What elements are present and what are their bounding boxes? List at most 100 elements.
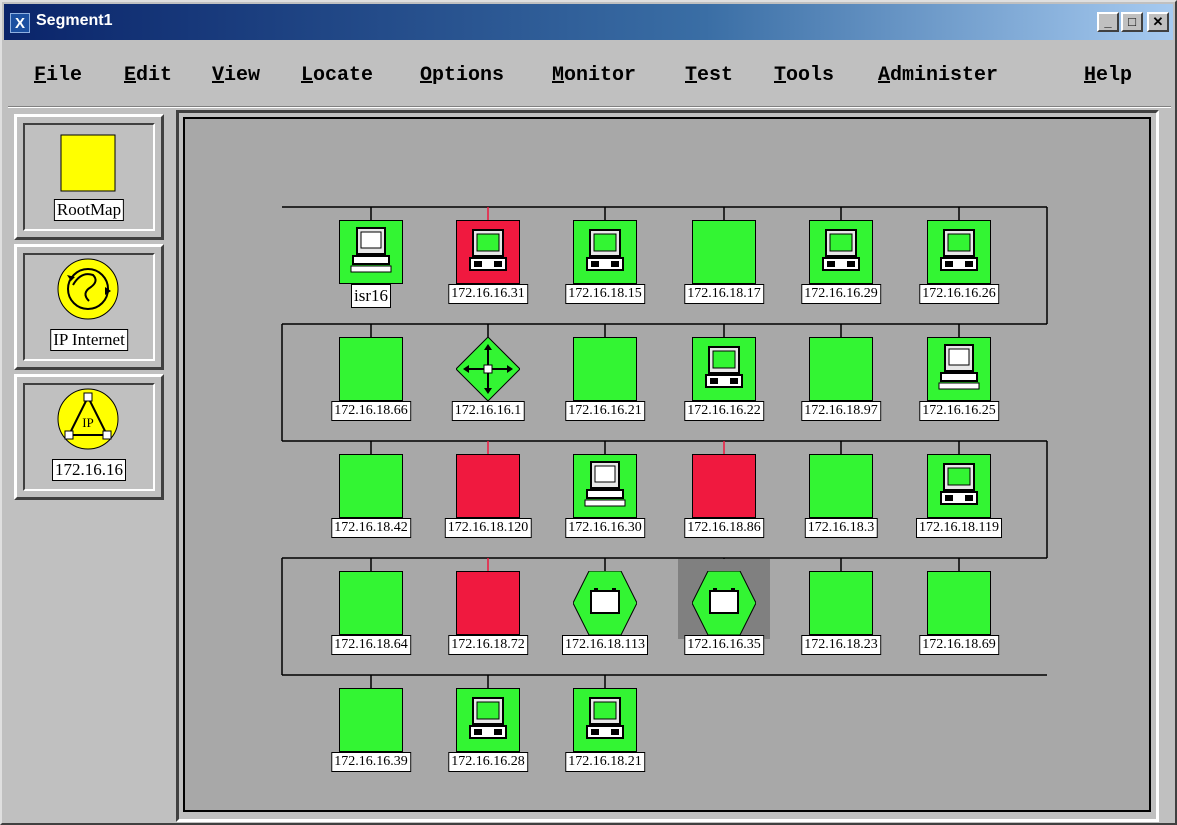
map-node[interactable]: 172.16.18.97 [801, 337, 881, 421]
node-label: 172.16.18.86 [684, 518, 764, 538]
menu-monitor[interactable]: Monitor [552, 64, 636, 87]
map-node[interactable]: 172.16.18.23 [801, 571, 881, 655]
node-label: 172.16.16.26 [919, 284, 999, 304]
menu-locate[interactable]: Locate [301, 64, 373, 87]
node-label: 172.16.18.97 [801, 401, 881, 421]
nav-network-frame: IP 172.16.16 [23, 383, 155, 491]
map-node[interactable]: 172.16.18.17 [684, 220, 764, 304]
node-label: isr16 [351, 284, 391, 308]
map-node[interactable]: 172.16.18.66 [331, 337, 411, 421]
minimize-button[interactable]: _ [1097, 12, 1119, 32]
node-status-box [339, 571, 403, 635]
map-node[interactable]: 172.16.16.1 [451, 337, 525, 421]
menu-help[interactable]: Help [1084, 64, 1132, 87]
pc-icon [705, 346, 743, 388]
hex-box-icon [692, 571, 756, 635]
node-status-box [456, 454, 520, 518]
node-label: 172.16.16.35 [684, 635, 764, 655]
menu-edit[interactable]: Edit [124, 64, 172, 87]
node-label: 172.16.18.3 [804, 518, 878, 538]
node-status-box [339, 688, 403, 752]
map-node[interactable]: 172.16.16.22 [684, 337, 764, 421]
submap-canvas[interactable]: isr16 172.16.16.31 172.16.18.15 172.16.18.1… [183, 117, 1151, 812]
map-node[interactable]: 172.16.18.3 [804, 454, 878, 538]
map-node[interactable]: 172.16.18.21 [565, 688, 645, 772]
map-node[interactable]: isr16 [339, 220, 403, 308]
map-node[interactable]: 172.16.18.119 [916, 454, 1002, 538]
node-status-box [573, 337, 637, 401]
nav-network-172-16-16[interactable]: IP 172.16.16 [14, 374, 164, 500]
map-node[interactable]: 172.16.18.113 [562, 571, 648, 655]
node-status-box [456, 571, 520, 635]
node-label: 172.16.18.15 [565, 284, 645, 304]
node-label: 172.16.18.66 [331, 401, 411, 421]
map-node[interactable]: 172.16.16.39 [331, 688, 411, 772]
workstation-icon [584, 461, 626, 507]
map-node[interactable]: 172.16.16.31 [448, 220, 528, 304]
node-status-box [809, 337, 873, 401]
node-label: 172.16.18.72 [448, 635, 528, 655]
maximize-button[interactable]: □ [1121, 12, 1143, 32]
nav-rootmap-label: RootMap [53, 199, 125, 221]
window-title: Segment1 [36, 12, 113, 29]
menu-options[interactable]: Options [420, 64, 504, 87]
node-status-box [809, 454, 873, 518]
map-node[interactable]: 172.16.18.72 [448, 571, 528, 655]
menu-file[interactable]: File [34, 64, 82, 87]
map-node[interactable]: 172.16.16.25 [919, 337, 999, 421]
pc-icon [469, 697, 507, 739]
nav-network-label: 172.16.16 [52, 459, 126, 481]
pc-icon [469, 229, 507, 271]
map-node[interactable]: 172.16.18.69 [919, 571, 999, 655]
node-label: 172.16.16.30 [565, 518, 645, 538]
menu-view[interactable]: View [212, 64, 260, 87]
node-status-box [927, 571, 991, 635]
menu-tools[interactable]: Tools [774, 64, 834, 87]
menu-administer[interactable]: Administer [878, 64, 998, 87]
map-node[interactable]: 172.16.16.29 [801, 220, 881, 304]
map-node[interactable]: 172.16.18.15 [565, 220, 645, 304]
node-status-box [339, 454, 403, 518]
map-node[interactable]: 172.16.16.30 [565, 454, 645, 538]
title-bar[interactable]: X Segment1 _ □ ✕ [4, 4, 1173, 40]
node-status-box [339, 337, 403, 401]
node-label: 172.16.18.69 [919, 635, 999, 655]
nav-ip-internet[interactable]: IP Internet [14, 244, 164, 370]
node-label: 172.16.18.23 [801, 635, 881, 655]
node-label: 172.16.18.119 [916, 518, 1002, 538]
map-node[interactable]: 172.16.18.64 [331, 571, 411, 655]
node-status-box [692, 220, 756, 284]
map-node[interactable]: 172.16.18.120 [444, 454, 532, 538]
pc-icon [940, 229, 978, 271]
app-icon[interactable]: X [10, 13, 30, 33]
node-label: 172.16.16.29 [801, 284, 881, 304]
nav-rootmap-frame: RootMap [23, 123, 155, 231]
menu-separator [8, 106, 1171, 108]
workstation-icon [350, 227, 392, 273]
node-label: 172.16.16.25 [919, 401, 999, 421]
close-button[interactable]: ✕ [1147, 12, 1169, 32]
node-label: 172.16.18.42 [331, 518, 411, 538]
menu-test[interactable]: Test [685, 64, 733, 87]
map-node[interactable]: 172.16.16.26 [919, 220, 999, 304]
node-label: 172.16.16.31 [448, 284, 528, 304]
map-node[interactable]: 172.16.16.35 [684, 571, 764, 655]
map-node[interactable]: 172.16.16.28 [448, 688, 528, 772]
hex-box-icon [573, 571, 637, 635]
nav-rootmap[interactable]: RootMap [14, 114, 164, 240]
node-status-box [809, 571, 873, 635]
map-node[interactable]: 172.16.18.86 [684, 454, 764, 538]
network-segment-wires [281, 206, 1048, 688]
node-label: 172.16.18.17 [684, 284, 764, 304]
pc-icon [586, 229, 624, 271]
node-label: 172.16.16.28 [448, 752, 528, 772]
router-icon [456, 337, 520, 401]
map-navigation-sidebar: RootMap IP Internet IP 172.16.16 [10, 110, 170, 820]
map-node[interactable]: 172.16.16.21 [565, 337, 645, 421]
node-label: 172.16.16.22 [684, 401, 764, 421]
node-status-box [692, 454, 756, 518]
node-label: 172.16.16.21 [565, 401, 645, 421]
map-node[interactable]: 172.16.18.42 [331, 454, 411, 538]
node-label: 172.16.18.113 [562, 635, 648, 655]
pc-icon [586, 697, 624, 739]
